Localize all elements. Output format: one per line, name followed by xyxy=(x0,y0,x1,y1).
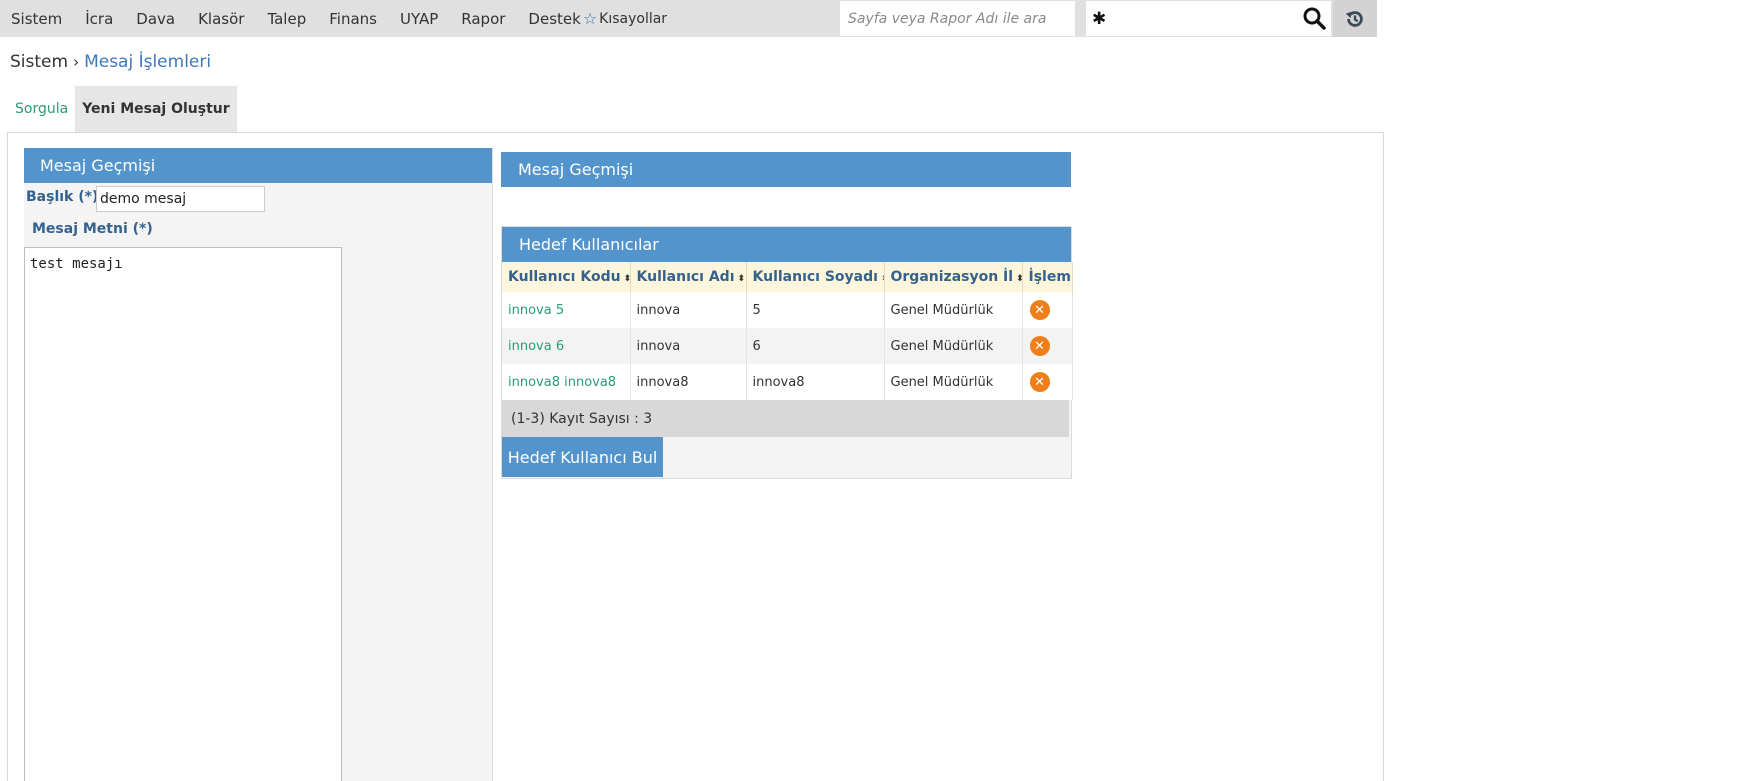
user-name-cell: innova xyxy=(630,292,747,328)
user-code-link[interactable]: innova8 innova8 xyxy=(502,364,631,400)
breadcrumb-root[interactable]: Sistem xyxy=(10,52,68,72)
target-users-header: Hedef Kullanıcılar xyxy=(502,227,1071,262)
menu-item-dava[interactable]: Dava xyxy=(136,10,175,28)
body-label: Mesaj Metni (*) xyxy=(32,221,153,237)
target-users-panel: Hedef Kullanıcılar Kullanıcı Kodu ⬍ Kulla… xyxy=(501,226,1073,479)
breadcrumb: Sistem › Mesaj İşlemleri xyxy=(10,52,211,72)
user-surname-cell: 5 xyxy=(746,292,885,328)
tab-new-message[interactable]: Yeni Mesaj Oluştur xyxy=(75,86,237,132)
action-cell: ✕ xyxy=(1022,328,1073,364)
menu-item-finans[interactable]: Finans xyxy=(329,10,377,28)
message-body-textarea[interactable]: test mesajı xyxy=(24,247,342,781)
main-menu: Sistem İcra Dava Klasör Talep Finans UYA… xyxy=(0,0,667,37)
table-row: innova 5 innova 5 Genel Müdürlük ✕ xyxy=(502,292,1073,328)
target-users-table: Kullanıcı Kodu ⬍ Kullanıcı Adı ⬍ Kullanıcı… xyxy=(502,262,1073,400)
message-form-header: Mesaj Geçmişi xyxy=(24,148,492,183)
menu-item-sistem[interactable]: Sistem xyxy=(11,10,62,28)
tab-bar: Sorgula Yeni Mesaj Oluştur xyxy=(8,86,237,132)
global-search-box[interactable] xyxy=(1086,1,1331,36)
user-surname-cell: 6 xyxy=(746,328,885,364)
menu-item-uyap[interactable]: UYAP xyxy=(400,10,438,28)
tab-query[interactable]: Sorgula xyxy=(8,86,75,132)
shortcuts-label: Kısayollar xyxy=(599,10,668,27)
star-icon: ☆ xyxy=(582,9,598,28)
organization-cell: Genel Müdürlük xyxy=(884,292,1023,328)
column-header-user-name[interactable]: Kullanıcı Adı ⬍ xyxy=(630,262,747,292)
sort-icon: ⬍ xyxy=(623,274,630,284)
remove-icon[interactable]: ✕ xyxy=(1029,336,1050,356)
menu-item-klasor[interactable]: Klasör xyxy=(198,10,244,28)
history-button[interactable] xyxy=(1333,0,1377,37)
table-header-row: Kullanıcı Kodu ⬍ Kullanıcı Adı ⬍ Kullanıcı… xyxy=(502,262,1073,292)
column-header-organization[interactable]: Organizasyon İl⬍ xyxy=(884,262,1023,292)
find-target-user-button[interactable]: Hedef Kullanıcı Bul xyxy=(502,437,663,477)
chevron-right-icon: › xyxy=(73,53,80,71)
history-icon xyxy=(1345,10,1363,27)
menu-item-rapor[interactable]: Rapor xyxy=(461,10,505,28)
column-header-user-surname[interactable]: Kullanıcı Soyadı⬍ xyxy=(746,262,885,292)
action-cell: ✕ xyxy=(1022,292,1073,328)
action-cell: ✕ xyxy=(1022,364,1073,400)
column-header-user-code[interactable]: Kullanıcı Kodu ⬍ xyxy=(502,262,631,292)
column-header-action: İşlem xyxy=(1022,262,1073,292)
user-name-cell: innova8 xyxy=(630,364,747,400)
user-code-link[interactable]: innova 5 xyxy=(502,292,631,328)
breadcrumb-current[interactable]: Mesaj İşlemleri xyxy=(84,52,211,72)
sort-icon: ⬍ xyxy=(737,274,746,284)
remove-icon[interactable]: ✕ xyxy=(1029,372,1050,392)
gear-icon[interactable]: ✱ xyxy=(1092,9,1106,29)
organization-cell: Genel Müdürlük xyxy=(884,364,1023,400)
menu-item-talep[interactable]: Talep xyxy=(267,10,306,28)
organization-cell: Genel Müdürlük xyxy=(884,328,1023,364)
table-row: innova8 innova8 innova8 innova8 Genel Mü… xyxy=(502,364,1073,400)
menu-item-destek[interactable]: Destek xyxy=(528,10,580,28)
top-navigation-bar: Sistem İcra Dava Klasör Talep Finans UYA… xyxy=(0,0,1377,37)
title-label: Başlık (*) xyxy=(26,189,99,205)
user-code-link[interactable]: innova 6 xyxy=(502,328,631,364)
page-search-input[interactable] xyxy=(840,1,1075,36)
user-name-cell: innova xyxy=(630,328,747,364)
menu-item-icra[interactable]: İcra xyxy=(85,10,113,28)
message-form-panel: Mesaj Geçmişi Başlık (*) Mesaj Metni (*)… xyxy=(24,148,493,781)
shortcuts-menu[interactable]: ☆ Kısayollar xyxy=(583,9,667,28)
sort-icon: ⬍ xyxy=(1016,274,1021,284)
search-icon[interactable] xyxy=(1302,6,1326,30)
table-row: innova 6 innova 6 Genel Müdürlük ✕ xyxy=(502,328,1073,364)
remove-icon[interactable]: ✕ xyxy=(1029,300,1050,320)
message-history-header: Mesaj Geçmişi xyxy=(501,152,1071,187)
title-input[interactable] xyxy=(96,186,265,212)
user-surname-cell: innova8 xyxy=(746,364,885,400)
record-count: (1-3) Kayıt Sayısı : 3 xyxy=(502,400,1069,437)
